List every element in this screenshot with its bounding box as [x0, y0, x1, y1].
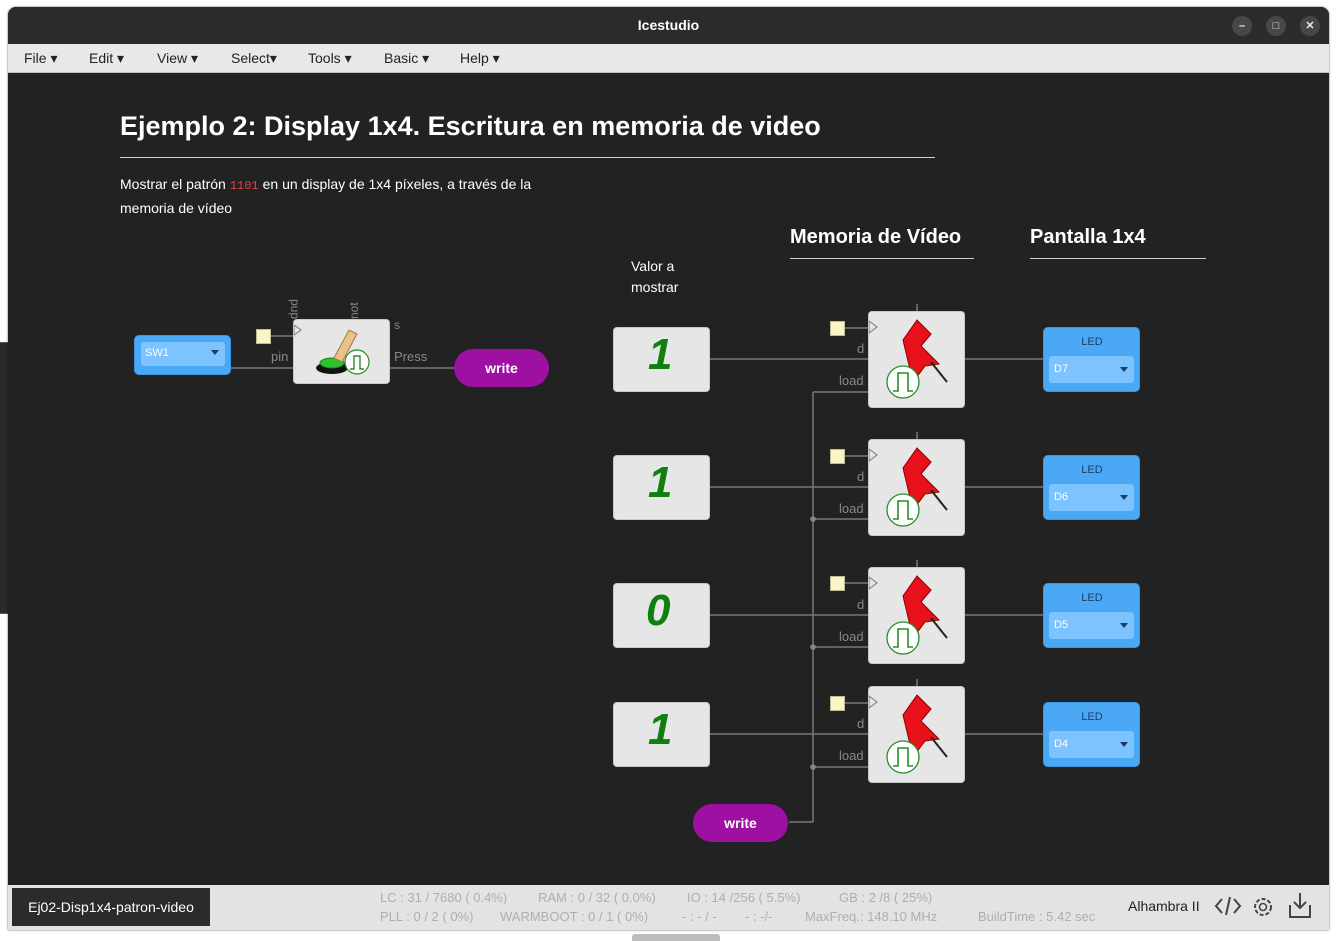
- pin-icon: [869, 694, 948, 774]
- constant-digit: 1: [648, 330, 673, 379]
- menu-basic[interactable]: Basic ▾: [384, 44, 429, 72]
- code-icon[interactable]: [1214, 894, 1242, 923]
- menu-file[interactable]: File ▾: [24, 44, 57, 72]
- load-label: load: [839, 629, 864, 644]
- maximize-icon[interactable]: □: [1266, 16, 1286, 36]
- stat-misc1: - : - / -: [682, 909, 717, 924]
- led-pin-select[interactable]: D7: [1049, 356, 1134, 383]
- close-icon[interactable]: ✕: [1300, 16, 1320, 36]
- pin-icon: [869, 447, 948, 527]
- register-init-param[interactable]: [830, 576, 845, 591]
- design-canvas[interactable]: Ejemplo 2: Display 1x4. Escritura en mem…: [8, 73, 1329, 885]
- constant-block[interactable]: 1: [614, 328, 709, 391]
- bottom-handle: [632, 934, 720, 941]
- led-pin-select[interactable]: D6: [1049, 484, 1134, 511]
- led-output-block[interactable]: LED D6: [1044, 456, 1139, 519]
- sw1-input-block[interactable]: SW1: [135, 336, 230, 374]
- stat-lc: LC : 31 / 7680 ( 0.4%): [380, 890, 508, 905]
- page-title: Ejemplo 2: Display 1x4. Escritura en mem…: [120, 111, 821, 141]
- stat-maxfreq: MaxFreq.: 148.10 MHz: [805, 909, 938, 924]
- d-label: d: [857, 469, 865, 484]
- pushbutton-block[interactable]: [294, 320, 389, 383]
- memoria-heading: Memoria de Vídeo: [790, 226, 962, 248]
- register-block[interactable]: [869, 687, 964, 782]
- sw1-pin-select[interactable]: SW1: [141, 342, 225, 366]
- menu-view[interactable]: View ▾: [157, 44, 198, 72]
- title-underline: [120, 157, 935, 158]
- constant-block[interactable]: 0: [614, 584, 709, 647]
- menu-bar: File ▾ Edit ▾ View ▾ Select▾ Tools ▾ Bas…: [8, 44, 1329, 73]
- stat-ram: RAM : 0 / 32 ( 0.0%): [538, 890, 656, 905]
- constant-digit: 0: [646, 586, 671, 635]
- valor-label: Valor a mostrar: [631, 258, 679, 295]
- load-label: load: [839, 373, 864, 388]
- led-label: LED: [1081, 336, 1103, 348]
- app-window: Icestudio – □ ✕ File ▾ Edit ▾ View ▾ Sel…: [8, 7, 1329, 930]
- memoria-underline: [790, 258, 974, 259]
- led-label: LED: [1081, 592, 1103, 604]
- menu-tools[interactable]: Tools ▾: [308, 44, 352, 72]
- pin-icon: [869, 575, 948, 655]
- d-label: d: [857, 597, 865, 612]
- led-output-block[interactable]: LED D5: [1044, 584, 1139, 647]
- menu-help[interactable]: Help ▾: [460, 44, 500, 72]
- pushbutton-icon: [294, 324, 370, 375]
- d-label: d: [857, 341, 865, 356]
- minimize-icon[interactable]: –: [1232, 16, 1252, 36]
- led-label: LED: [1081, 464, 1103, 476]
- led-pin-select[interactable]: D4: [1049, 731, 1134, 758]
- menu-edit[interactable]: Edit ▾: [89, 44, 124, 72]
- register-block[interactable]: [869, 440, 964, 535]
- load-label: load: [839, 748, 864, 763]
- led-label: LED: [1081, 711, 1103, 723]
- status-bar: Ej02-Disp1x4-patron-video LC : 31 / 7680…: [8, 885, 1329, 930]
- write-label-tag-bottom[interactable]: write: [693, 804, 788, 842]
- register-init-param[interactable]: [830, 321, 845, 336]
- stat-pll: PLL : 0 / 2 ( 0%): [380, 909, 474, 924]
- write-label-tag[interactable]: write: [454, 349, 549, 387]
- description: Mostrar el patrón 1101 en un display de 1x…: [120, 176, 532, 216]
- stat-warmboot: WARMBOOT : 0 / 1 ( 0%): [500, 909, 649, 924]
- s-label: s: [394, 318, 400, 332]
- led-output-block[interactable]: LED D4: [1044, 703, 1139, 766]
- register-init-param[interactable]: [830, 696, 845, 711]
- file-tab[interactable]: Ej02-Disp1x4-patron-video: [12, 888, 210, 926]
- register-block[interactable]: [869, 312, 964, 407]
- title-bar: Icestudio – □ ✕: [8, 7, 1329, 44]
- register-block[interactable]: [869, 568, 964, 663]
- constant-digit: 1: [648, 458, 673, 507]
- stat-misc2: - : -/-: [745, 909, 773, 924]
- menu-select[interactable]: Select▾: [231, 44, 277, 72]
- pup-label: pup: [288, 299, 302, 320]
- led-pin-select[interactable]: D5: [1049, 612, 1134, 639]
- not-label: not: [347, 302, 361, 319]
- register-init-param[interactable]: [830, 449, 845, 464]
- led-output-block[interactable]: LED D7: [1044, 328, 1139, 391]
- pantalla-underline: [1030, 258, 1206, 259]
- press-label: Press: [394, 349, 428, 364]
- constant-digit: 1: [648, 705, 673, 754]
- pantalla-heading: Pantalla 1x4: [1030, 226, 1146, 248]
- stat-gb: GB : 2 /8 ( 25%): [839, 890, 933, 905]
- stat-io: IO : 14 /256 ( 5.5%): [687, 890, 801, 905]
- constant-block[interactable]: 1: [614, 703, 709, 766]
- pin-label: pin: [271, 349, 289, 364]
- constant-block[interactable]: 1: [614, 456, 709, 519]
- settings-gear-icon[interactable]: [1250, 894, 1276, 925]
- download-icon[interactable]: [1288, 891, 1312, 924]
- d-label: d: [857, 716, 865, 731]
- pattern-code: 1101: [229, 179, 259, 193]
- load-label: load: [839, 501, 864, 516]
- button-param[interactable]: [256, 329, 271, 344]
- window-title: Icestudio: [637, 17, 700, 33]
- board-name[interactable]: Alhambra II: [1128, 898, 1200, 914]
- stat-buildtime: BuildTime : 5.42 sec: [978, 909, 1096, 924]
- pin-icon: [869, 319, 948, 399]
